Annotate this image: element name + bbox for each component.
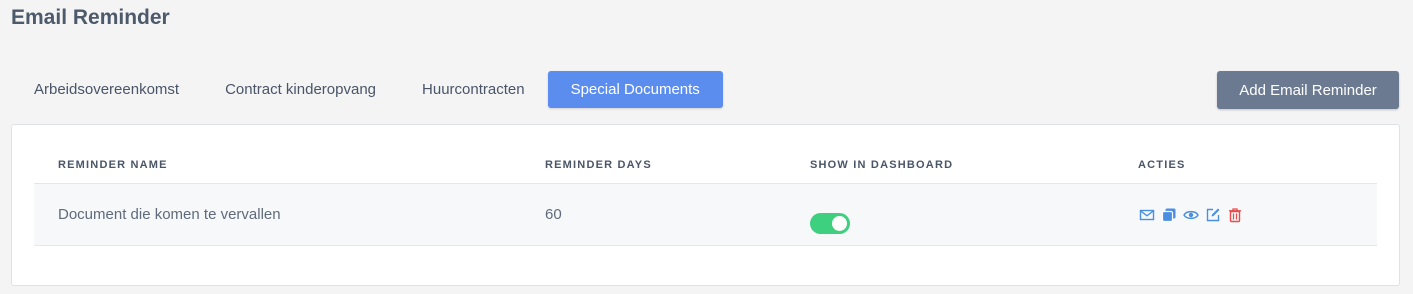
column-header-show-in-dashboard[interactable]: Show In Dashboard [810, 159, 953, 171]
trash-icon[interactable] [1227, 207, 1243, 223]
reminder-days-cell: 60 [545, 206, 562, 223]
add-email-reminder-button[interactable]: Add Email Reminder [1217, 71, 1399, 109]
table-row: Document die komen te vervallen 60 [34, 184, 1377, 246]
column-header-acties: Acties [1138, 159, 1186, 171]
reminders-card: Reminder Name Reminder Days Show In Dash… [11, 124, 1400, 286]
row-actions [1139, 207, 1243, 223]
show-in-dashboard-toggle[interactable] [810, 213, 850, 234]
tab-huurcontracten[interactable]: Huurcontracten [399, 71, 548, 108]
tab-bar: Arbeidsovereenkomst Contract kinderopvan… [11, 71, 723, 108]
toggle-knob [832, 216, 847, 231]
edit-icon[interactable] [1205, 207, 1221, 223]
page-title: Email Reminder [11, 6, 170, 29]
eye-icon[interactable] [1183, 207, 1199, 223]
column-header-reminder-name[interactable]: Reminder Name [58, 159, 168, 171]
table-header: Reminder Name Reminder Days Show In Dash… [34, 125, 1377, 184]
copy-icon[interactable] [1161, 207, 1177, 223]
tab-contract-kinderopvang[interactable]: Contract kinderopvang [202, 71, 399, 108]
tab-special-documents[interactable]: Special Documents [547, 71, 723, 108]
reminder-name-cell: Document die komen te vervallen [58, 206, 281, 223]
mail-icon[interactable] [1139, 207, 1155, 223]
tab-arbeidsovereenkomst[interactable]: Arbeidsovereenkomst [11, 71, 202, 108]
column-header-reminder-days[interactable]: Reminder Days [545, 159, 652, 171]
